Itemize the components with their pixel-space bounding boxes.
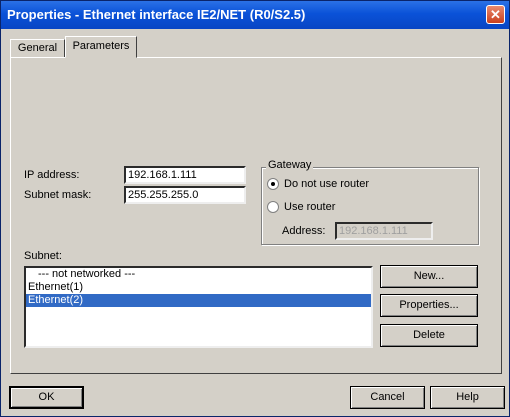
list-item[interactable]: Ethernet(2) — [26, 294, 371, 307]
ip-address-field[interactable]: 192.168.1.111 — [124, 166, 246, 184]
no-router-radio[interactable] — [267, 178, 279, 190]
list-item[interactable]: --- not networked --- — [26, 268, 371, 281]
gateway-address-field: 192.168.1.111 — [335, 222, 433, 240]
close-button[interactable]: ✕ — [486, 5, 505, 24]
ip-address-label: IP address: — [24, 169, 80, 181]
subnet-properties-button[interactable]: Properties... — [380, 294, 478, 317]
cancel-button[interactable]: Cancel — [350, 386, 425, 409]
subnet-mask-field[interactable]: 255.255.255.0 — [124, 186, 246, 204]
tab-parameters[interactable]: Parameters — [65, 36, 137, 58]
new-subnet-button[interactable]: New... — [380, 265, 478, 288]
gateway-address-label: Address: — [282, 225, 326, 237]
window-title: Properties - Ethernet interface IE2/NET … — [7, 7, 306, 22]
use-router-label[interactable]: Use router — [284, 201, 335, 213]
help-button[interactable]: Help — [430, 386, 505, 409]
list-item[interactable]: Ethernet(1) — [26, 281, 371, 294]
gateway-title: Gateway — [266, 159, 314, 171]
tab-general[interactable]: General — [10, 39, 65, 57]
subnet-label: Subnet: — [24, 250, 62, 262]
delete-subnet-button[interactable]: Delete — [380, 324, 478, 347]
properties-dialog: Properties - Ethernet interface IE2/NET … — [0, 0, 510, 417]
close-icon: ✕ — [490, 7, 501, 22]
subnet-mask-label: Subnet mask: — [24, 189, 92, 201]
subnet-list[interactable]: --- not networked --- Ethernet(1) Ethern… — [24, 266, 373, 348]
no-router-label[interactable]: Do not use router — [284, 178, 369, 190]
use-router-radio[interactable] — [267, 201, 279, 213]
ok-button[interactable]: OK — [9, 386, 84, 409]
title-bar[interactable]: Properties - Ethernet interface IE2/NET … — [1, 1, 509, 29]
